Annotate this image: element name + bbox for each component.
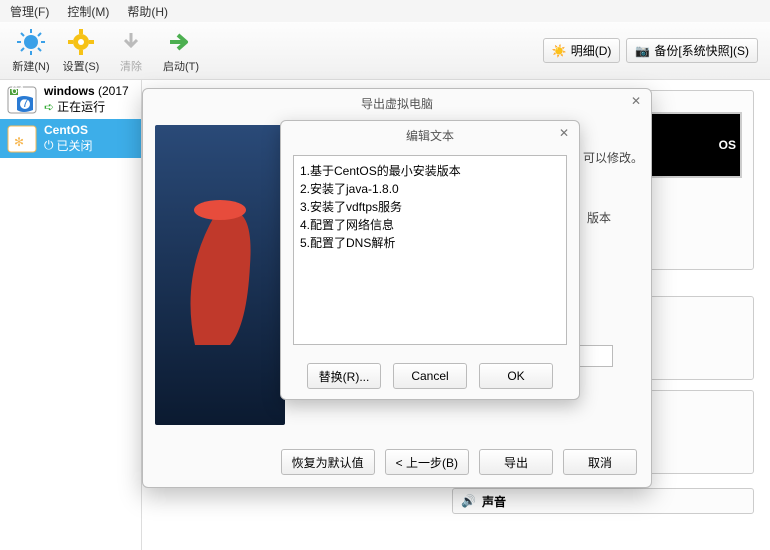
- settings-label: 设置(S): [63, 58, 100, 74]
- svg-text:7: 7: [22, 96, 29, 110]
- edit-textarea[interactable]: [293, 155, 567, 345]
- ok-button[interactable]: OK: [479, 363, 553, 389]
- snapshot-button[interactable]: 📷 备份[系统快照](S): [626, 38, 758, 63]
- camera-icon: 📷: [635, 44, 650, 58]
- export-hint: 可以修改。: [583, 149, 643, 166]
- edit-titlebar: 编辑文本 ✕: [281, 121, 579, 149]
- centos-os-icon: ✻: [6, 124, 38, 154]
- new-button[interactable]: 新建(N): [6, 24, 56, 78]
- menu-file[interactable]: 管理(F): [10, 3, 49, 20]
- new-label: 新建(N): [12, 58, 49, 74]
- export-titlebar: 导出虚拟电脑 ✕: [143, 89, 651, 117]
- wizard-image: [155, 125, 285, 425]
- export-button[interactable]: 导出: [479, 449, 553, 475]
- replace-button[interactable]: 替换(R)...: [307, 363, 381, 389]
- cancel-button[interactable]: 取消: [563, 449, 637, 475]
- detail-label: 明细(D): [571, 42, 612, 59]
- export-title: 导出虚拟电脑: [361, 95, 433, 112]
- gear-icon: [66, 28, 96, 56]
- detail-button[interactable]: ☀️ 明细(D): [543, 38, 621, 63]
- clear-label: 清除: [120, 58, 142, 74]
- vm-status: 正在运行: [57, 98, 105, 115]
- vm-preview[interactable]: OS: [648, 112, 742, 178]
- vm-name: CentOS: [44, 123, 93, 137]
- down-arrow-icon: [116, 28, 146, 56]
- speaker-icon: 🔊: [461, 494, 476, 508]
- start-button[interactable]: 启动(T): [156, 24, 206, 78]
- close-icon[interactable]: ✕: [631, 94, 641, 108]
- svg-text:✻: ✻: [14, 135, 24, 149]
- vm-item-centos[interactable]: ✻ CentOS ⏻已关闭: [0, 119, 141, 158]
- menu-help[interactable]: 帮助(H): [127, 3, 168, 20]
- export-hint2: 版本: [587, 209, 611, 226]
- settings-button[interactable]: 设置(S): [56, 24, 106, 78]
- vm-name: windows: [44, 84, 95, 98]
- sun-icon: [16, 28, 46, 56]
- restore-default-button[interactable]: 恢复为默认值: [281, 449, 375, 475]
- start-label: 启动(T): [163, 58, 199, 74]
- prev-button[interactable]: < 上一步(B): [385, 449, 469, 475]
- vm-ver: (2017: [98, 84, 129, 98]
- toolbar: 新建(N) 设置(S) 清除 启动(T) ☀️ 明细(D) 📷 备份[系统快照]…: [0, 22, 770, 80]
- sun-small-icon: ☀️: [552, 44, 567, 58]
- snapshot-label: 备份[系统快照](S): [654, 42, 749, 59]
- running-icon: ➪: [44, 100, 54, 114]
- vm-list: 647 windows (2017 ➪正在运行 ✻ CentOS ⏻已关闭: [0, 80, 142, 550]
- close-icon[interactable]: ✕: [559, 126, 569, 140]
- edit-title: 编辑文本: [406, 127, 454, 144]
- power-icon: ⏻: [44, 138, 54, 153]
- vm-status: 已关闭: [57, 137, 93, 154]
- play-arrow-icon: [166, 28, 196, 56]
- edit-text-dialog: 编辑文本 ✕ 替换(R)... Cancel OK: [280, 120, 580, 400]
- sound-label: 声音: [482, 493, 506, 510]
- menu-control[interactable]: 控制(M): [67, 3, 109, 20]
- clear-button: 清除: [106, 24, 156, 78]
- windows-os-icon: 647: [6, 85, 38, 115]
- vm-item-windows[interactable]: 647 windows (2017 ➪正在运行: [0, 80, 141, 119]
- cancel-button[interactable]: Cancel: [393, 363, 467, 389]
- preview-text: OS: [719, 138, 736, 152]
- sound-section[interactable]: 🔊 声音: [452, 488, 754, 514]
- menubar: 管理(F) 控制(M) 帮助(H): [0, 0, 770, 22]
